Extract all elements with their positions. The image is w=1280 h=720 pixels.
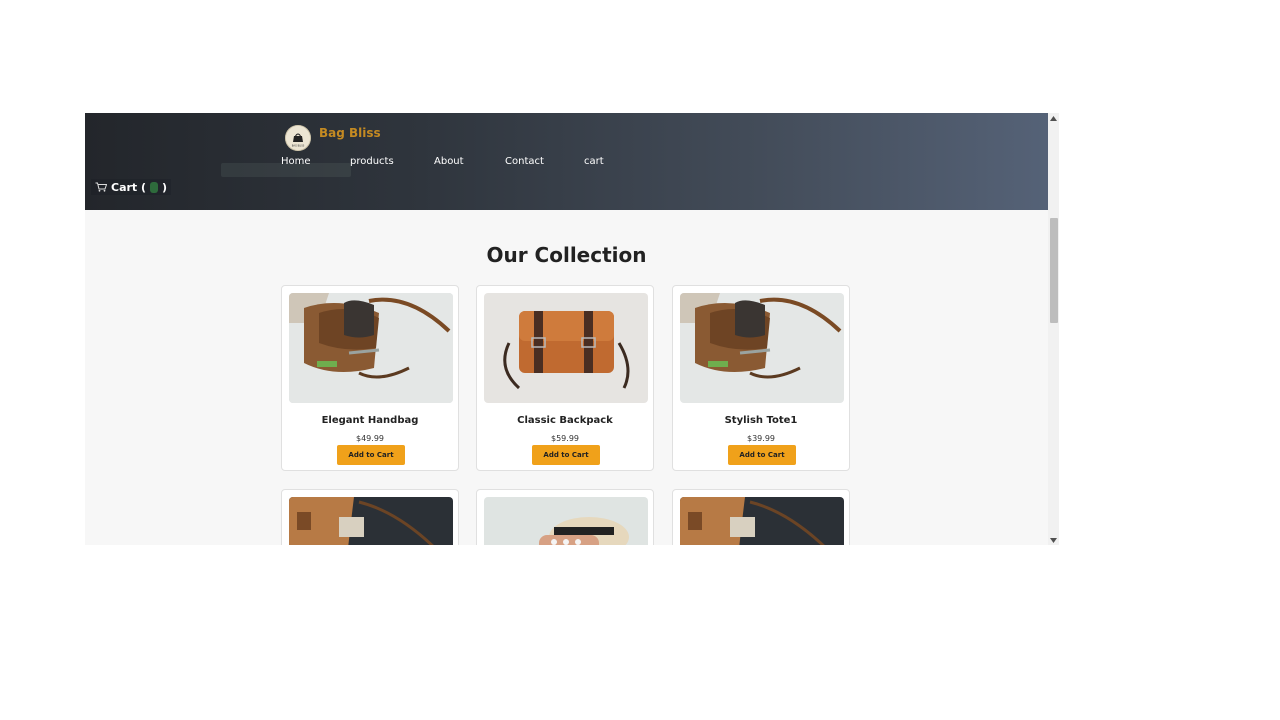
product-price: $49.99 bbox=[356, 434, 384, 443]
add-to-cart-button[interactable]: Add to Cart bbox=[532, 445, 600, 465]
product-card bbox=[281, 489, 459, 545]
product-image[interactable] bbox=[680, 497, 844, 545]
scroll-down-button[interactable] bbox=[1048, 535, 1059, 545]
triangle-down-icon bbox=[1050, 537, 1057, 543]
logo[interactable]: BAG BLISS bbox=[285, 125, 311, 151]
product-name: Classic Backpack bbox=[517, 415, 613, 426]
brand-name[interactable]: Bag Bliss bbox=[319, 126, 381, 140]
product-image[interactable] bbox=[484, 497, 648, 545]
triangle-up-icon bbox=[1050, 115, 1057, 121]
add-to-cart-button[interactable]: Add to Cart bbox=[728, 445, 796, 465]
cart-button[interactable]: Cart () bbox=[91, 179, 172, 195]
add-to-cart-button[interactable]: Add to Cart bbox=[337, 445, 405, 465]
nav-cart[interactable]: cart bbox=[584, 156, 604, 167]
product-card bbox=[476, 489, 654, 545]
nav-products[interactable]: products bbox=[350, 156, 394, 167]
product-price: $39.99 bbox=[747, 434, 775, 443]
scroll-up-button[interactable] bbox=[1048, 113, 1059, 123]
vertical-scrollbar[interactable] bbox=[1048, 113, 1059, 545]
product-price: $59.99 bbox=[551, 434, 579, 443]
cart-label-close: ) bbox=[162, 180, 168, 194]
brown-bag-open-photo-icon bbox=[680, 293, 844, 403]
brown-bag-open-photo-icon bbox=[289, 293, 453, 403]
nav-contact[interactable]: Contact bbox=[505, 156, 544, 167]
product-name: Elegant Handbag bbox=[321, 415, 419, 426]
leather-bag-dark-photo-icon bbox=[680, 497, 844, 545]
site-header: BAG BLISS Bag Bliss Home products About … bbox=[85, 113, 1048, 210]
straw-hat-bag-photo-icon bbox=[484, 497, 648, 545]
browser-viewport: BAG BLISS Bag Bliss Home products About … bbox=[85, 113, 1059, 545]
logo-text: BAG BLISS bbox=[292, 145, 305, 148]
cart-label: Cart ( bbox=[111, 180, 147, 194]
product-card: Classic Backpack $59.99 Add to Cart bbox=[476, 285, 654, 471]
leather-bag-dark-photo-icon bbox=[289, 497, 453, 545]
cart-count-badge bbox=[150, 181, 159, 193]
nav-home[interactable]: Home bbox=[281, 156, 311, 167]
nav-about[interactable]: About bbox=[434, 156, 464, 167]
product-image[interactable] bbox=[484, 293, 648, 403]
scrollbar-thumb[interactable] bbox=[1050, 218, 1058, 323]
collection-title: Our Collection bbox=[486, 243, 647, 267]
product-card: Stylish Tote1 $39.99 Add to Cart bbox=[672, 285, 850, 471]
tan-satchel-photo-icon bbox=[484, 293, 648, 403]
product-name: Stylish Tote1 bbox=[724, 415, 798, 426]
product-image[interactable] bbox=[680, 293, 844, 403]
product-image[interactable] bbox=[289, 497, 453, 545]
bag-logo-icon: BAG BLISS bbox=[285, 125, 311, 151]
product-image[interactable] bbox=[289, 293, 453, 403]
product-card: Elegant Handbag $49.99 Add to Cart bbox=[281, 285, 459, 471]
shopping-cart-icon bbox=[95, 182, 107, 192]
product-card bbox=[672, 489, 850, 545]
